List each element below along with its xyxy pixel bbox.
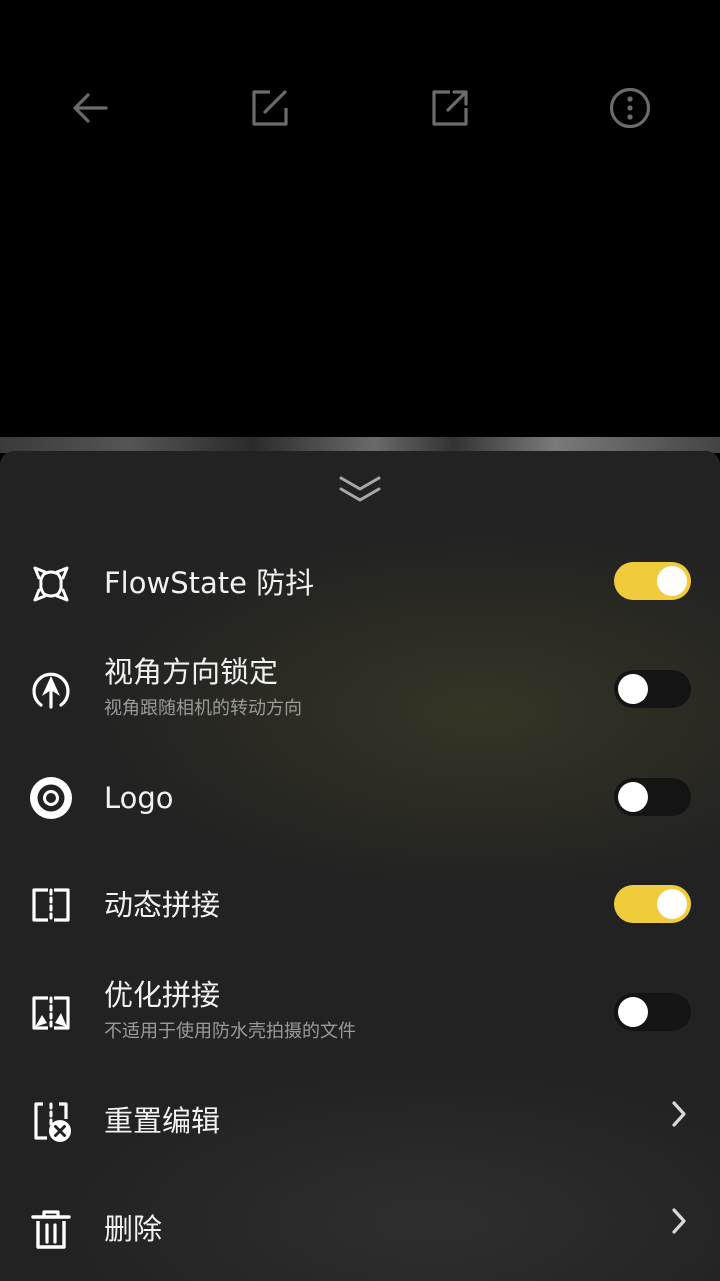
setting-label: 重置编辑: [104, 1104, 221, 1138]
back-button[interactable]: [60, 78, 120, 138]
setting-row-reset-edit[interactable]: 重置编辑: [0, 1070, 720, 1170]
toggle-knob: [618, 782, 648, 812]
direction-lock-toggle[interactable]: [614, 670, 691, 708]
setting-description: 视角跟随相机的转动方向: [104, 698, 302, 719]
setting-label: 动态拼接: [104, 888, 221, 922]
setting-row-logo[interactable]: Logo: [0, 747, 720, 847]
trash-icon: [28, 1206, 74, 1252]
setting-label: FlowState 防抖: [104, 566, 315, 600]
setting-description: 不适用于使用防水壳拍摄的文件: [104, 1021, 356, 1042]
toggle-knob: [657, 566, 687, 596]
setting-label: Logo: [104, 781, 174, 815]
setting-label: 删除: [104, 1212, 163, 1246]
settings-sheet: FlowState 防抖 视角方向锁定 视角跟随相机的转动方向 Logo 动态拼…: [0, 451, 720, 1281]
toggle-knob: [618, 997, 648, 1027]
setting-label: 视角方向锁定: [104, 655, 279, 689]
export-icon: [432, 90, 468, 126]
reset-edit-icon: [28, 1098, 74, 1144]
setting-row-delete[interactable]: 删除: [0, 1178, 720, 1278]
setting-row-optimize-stitch[interactable]: 优化拼接 不适用于使用防水壳拍摄的文件: [0, 962, 720, 1062]
optimize-stitch-icon: [28, 990, 74, 1036]
chevron-right-icon: [664, 1097, 694, 1131]
screen: FlowState 防抖 视角方向锁定 视角跟随相机的转动方向 Logo 动态拼…: [0, 0, 720, 1281]
stabilization-icon: [28, 561, 74, 607]
setting-row-direction-lock[interactable]: 视角方向锁定 视角跟随相机的转动方向: [0, 639, 720, 739]
logo-toggle[interactable]: [614, 778, 691, 816]
toggle-knob: [618, 674, 648, 704]
edit-square-icon: [252, 90, 288, 126]
direction-lock-icon: [28, 668, 74, 714]
setting-row-dynamic-stitch[interactable]: 动态拼接: [0, 854, 720, 954]
double-chevron-down-icon: [339, 476, 381, 502]
more-vertical-circle-icon: [609, 87, 651, 129]
flowstate-toggle[interactable]: [614, 562, 691, 600]
toggle-knob: [657, 889, 687, 919]
collapse-sheet-button[interactable]: [330, 469, 390, 509]
dynamic-stitch-icon: [28, 882, 74, 928]
setting-row-flowstate[interactable]: FlowState 防抖: [0, 531, 720, 631]
share-button[interactable]: [420, 78, 480, 138]
dynamic-stitch-toggle[interactable]: [614, 885, 691, 923]
logo-icon: [28, 775, 74, 821]
chevron-right-icon: [664, 1204, 694, 1238]
edit-button[interactable]: [240, 78, 300, 138]
more-button[interactable]: [600, 78, 660, 138]
optimize-stitch-toggle[interactable]: [614, 993, 691, 1031]
arrow-left-icon: [73, 93, 108, 123]
setting-label: 优化拼接: [104, 978, 221, 1012]
top-toolbar: [0, 0, 720, 215]
